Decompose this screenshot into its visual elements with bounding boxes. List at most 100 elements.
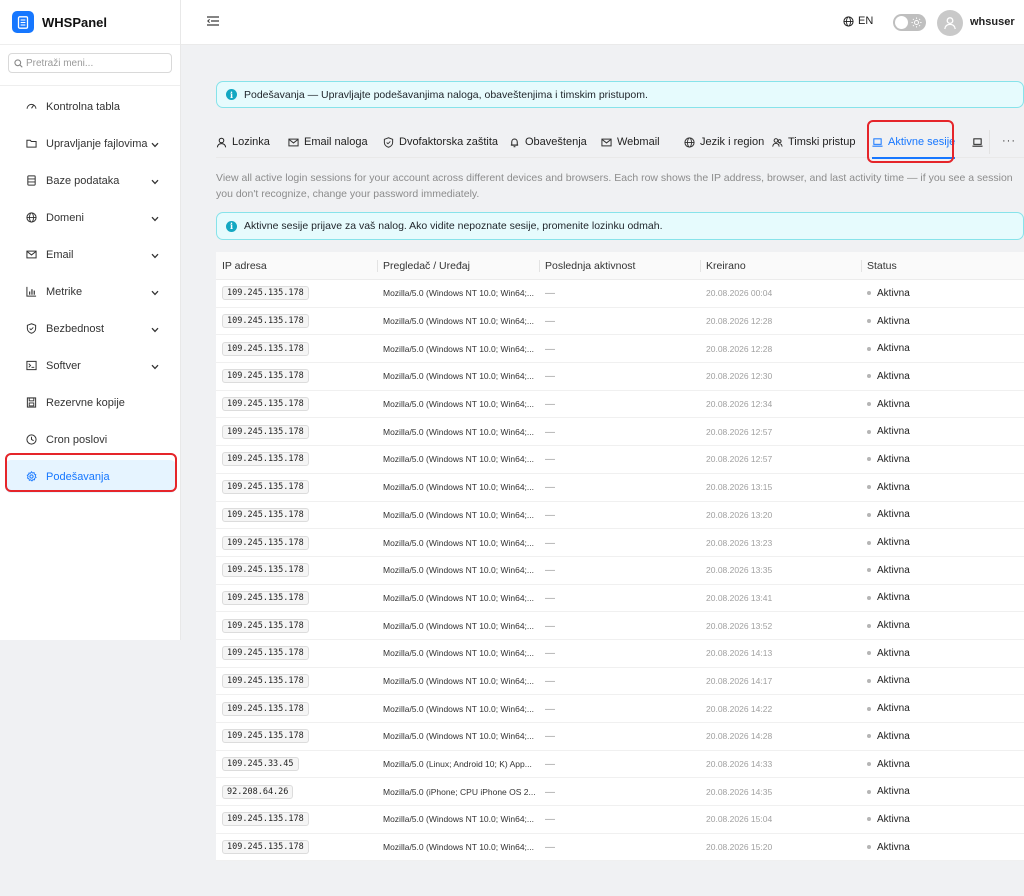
status-badge: Aktivna <box>867 703 1024 714</box>
table-row[interactable]: 109.245.135.178 Mozilla/5.0 (Windows NT 1… <box>216 612 1024 640</box>
table-cell: 20.08.2026 12:28 <box>700 315 861 327</box>
user-agent: Mozilla/5.0 (Windows NT 10.0; Win64;... <box>383 509 535 520</box>
status-badge: Aktivna <box>867 537 1024 548</box>
status-dot <box>867 319 871 324</box>
table-cell: Mozilla/5.0 (Linux; Android 10; K) App..… <box>377 758 539 770</box>
last-activity: — <box>545 565 555 577</box>
brand[interactable]: WHSPanel <box>0 0 180 45</box>
table-row[interactable]: 92.208.64.26 Mozilla/5.0 (iPhone; CPU iPh… <box>216 778 1024 807</box>
sidebar-item[interactable]: Softver <box>0 347 180 384</box>
table-cell: — <box>539 620 700 632</box>
table-row[interactable]: 109.245.135.178 Mozilla/5.0 (Windows NT 1… <box>216 640 1024 668</box>
user-agent: Mozilla/5.0 (Windows NT 10.0; Win64;... <box>383 399 535 410</box>
table-cell: 20.08.2026 12:34 <box>700 398 861 410</box>
mail-icon <box>26 249 37 260</box>
created-at: 20.08.2026 12:57 <box>706 426 773 437</box>
table-row[interactable]: 109.245.135.178 Mozilla/5.0 (Windows NT 1… <box>216 529 1024 557</box>
table-cell: 20.08.2026 13:35 <box>700 564 861 576</box>
table-row[interactable]: 109.245.135.178 Mozilla/5.0 (Windows NT 1… <box>216 363 1024 391</box>
table-row[interactable]: 109.245.135.178 Mozilla/5.0 (Windows NT 1… <box>216 335 1024 364</box>
table-row[interactable]: 109.245.135.178 Mozilla/5.0 (Windows NT 1… <box>216 308 1024 336</box>
user-agent: Mozilla/5.0 (Windows NT 10.0; Win64;... <box>383 592 535 603</box>
table-cell: Aktivna <box>861 842 1024 853</box>
sidebar-item[interactable]: Domeni <box>0 199 180 236</box>
sidebar-item[interactable]: Kontrolna tabla <box>0 88 180 125</box>
created-at: 20.08.2026 15:04 <box>706 814 773 825</box>
sidebar-item[interactable]: Rezervne kopije <box>0 384 180 421</box>
table-row[interactable]: 109.245.135.178 Mozilla/5.0 (Windows NT 1… <box>216 834 1024 862</box>
sidebar-item[interactable]: Metrike <box>0 273 180 310</box>
table-row[interactable]: 109.245.33.45 Mozilla/5.0 (Linux; Android… <box>216 751 1024 779</box>
tab[interactable]: Email naloga <box>288 126 368 158</box>
tab[interactable]: Obaveštenja <box>509 126 587 158</box>
table-cell: 109.245.135.178 <box>216 673 377 688</box>
sidebar-item[interactable]: Bezbednost <box>0 310 180 347</box>
status-badge: Aktivna <box>867 482 1024 493</box>
menu-toggle-icon[interactable] <box>207 16 219 29</box>
table-cell: — <box>539 481 700 493</box>
user-agent: Mozilla/5.0 (Windows NT 10.0; Win64;... <box>383 620 535 631</box>
status-label: Aktivna <box>877 287 910 299</box>
table-cell: Aktivna <box>861 454 1024 465</box>
column-header-browser[interactable]: Pregledač / Uređaj <box>377 252 539 279</box>
table-cell: Mozilla/5.0 (Windows NT 10.0; Win64;... <box>377 287 539 299</box>
table-cell: Mozilla/5.0 (Windows NT 10.0; Win64;... <box>377 370 539 382</box>
created-at: 20.08.2026 13:23 <box>706 537 773 548</box>
tab[interactable]: Webmail <box>601 126 660 158</box>
table-row[interactable]: 109.245.135.178 Mozilla/5.0 (Windows NT 1… <box>216 446 1024 474</box>
table-row[interactable]: 109.245.135.178 Mozilla/5.0 (Windows NT 1… <box>216 806 1024 834</box>
sessions-alert: i Aktivne sesije prijave za vaš nalog. A… <box>216 212 1024 240</box>
table-row[interactable]: 109.245.135.178 Mozilla/5.0 (Windows NT 1… <box>216 668 1024 696</box>
column-header-status[interactable]: Status <box>861 252 1024 279</box>
table-row[interactable]: 109.245.135.178 Mozilla/5.0 (Windows NT 1… <box>216 695 1024 723</box>
theme-toggle[interactable] <box>893 14 926 31</box>
table-cell: Aktivna <box>861 565 1024 576</box>
column-header-created[interactable]: Kreirano <box>700 252 861 279</box>
table-cell: Aktivna <box>861 675 1024 686</box>
table-cell: Aktivna <box>861 426 1024 437</box>
table-cell: — <box>539 758 700 770</box>
menu-search[interactable] <box>8 53 172 73</box>
status-badge: Aktivna <box>867 592 1024 603</box>
table-row[interactable]: 109.245.135.178 Mozilla/5.0 (Windows NT 1… <box>216 585 1024 613</box>
tab[interactable]: Aktivne sesije <box>872 126 956 159</box>
sidebar-item[interactable]: Email <box>0 236 180 273</box>
tab[interactable]: Lozinka <box>216 126 270 158</box>
table-cell: — <box>539 398 700 410</box>
tab[interactable]: Timski pristup <box>772 126 855 158</box>
table-cell: Aktivna <box>861 592 1024 603</box>
tabs-divider <box>989 130 990 154</box>
status-badge: Aktivna <box>867 288 1024 299</box>
table-row[interactable]: 109.245.135.178 Mozilla/5.0 (Windows NT 1… <box>216 418 1024 447</box>
tab[interactable]: Dvofaktorska zaštita <box>383 126 498 158</box>
table-row[interactable]: 109.245.135.178 Mozilla/5.0 (Windows NT 1… <box>216 391 1024 419</box>
sidebar-item[interactable]: Cron poslovi <box>0 421 180 458</box>
table-cell: 109.245.135.178 <box>216 314 377 329</box>
table-cell: 109.245.135.178 <box>216 590 377 605</box>
created-at: 20.08.2026 14:33 <box>706 759 773 770</box>
last-activity: — <box>545 482 555 494</box>
table-row[interactable]: 109.245.135.178 Mozilla/5.0 (Windows NT 1… <box>216 723 1024 751</box>
table-row[interactable]: 109.245.135.178 Mozilla/5.0 (Windows NT 1… <box>216 557 1024 585</box>
sidebar-item[interactable]: Podešavanja <box>0 458 180 495</box>
status-badge: Aktivna <box>867 675 1024 686</box>
tab[interactable]: Is <box>972 126 988 158</box>
column-header-last-activity[interactable]: Poslednja aktivnost <box>539 252 700 279</box>
status-label: Aktivna <box>877 537 910 549</box>
table-cell: 109.245.33.45 <box>216 757 377 772</box>
table-row[interactable]: 109.245.135.178 Mozilla/5.0 (Windows NT 1… <box>216 280 1024 308</box>
status-label: Aktivna <box>877 564 910 576</box>
tabs-more-button[interactable]: ··· <box>1002 135 1016 147</box>
language-switch[interactable]: EN <box>843 15 873 27</box>
avatar[interactable] <box>937 10 963 36</box>
tab[interactable]: Jezik i region <box>684 126 764 158</box>
user-agent: Mozilla/5.0 (Windows NT 10.0; Win64;... <box>383 731 535 742</box>
sidebar-item[interactable]: Upravljanje fajlovima <box>0 125 180 162</box>
table-row[interactable]: 109.245.135.178 Mozilla/5.0 (Windows NT 1… <box>216 474 1024 502</box>
sidebar-item[interactable]: Baze podataka <box>0 162 180 199</box>
sessions-table: IP adresa Pregledač / Uređaj Poslednja a… <box>216 252 1024 862</box>
user-name[interactable]: whsuser <box>970 16 1015 28</box>
menu-search-input[interactable] <box>26 57 166 69</box>
table-row[interactable]: 109.245.135.178 Mozilla/5.0 (Windows NT 1… <box>216 502 1024 530</box>
column-header-ip[interactable]: IP adresa <box>216 252 377 279</box>
